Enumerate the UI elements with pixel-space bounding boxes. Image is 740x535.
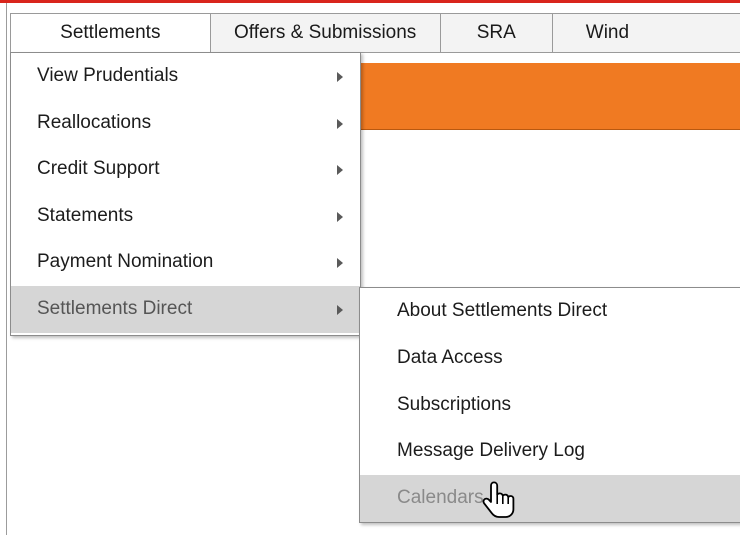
menubar-wind[interactable]: Wind	[553, 14, 740, 52]
submenu-arrow-icon	[337, 211, 343, 222]
settlements-direct-submenu: About Settlements Direct Data Access Sub…	[359, 287, 740, 523]
menu-item-view-prudentials[interactable]: View Prudentials	[11, 53, 360, 100]
menu-item-label: Statements	[37, 204, 134, 226]
submenu-arrow-icon	[337, 165, 343, 176]
submenu-arrow-icon	[337, 304, 343, 315]
submenu-item-about-settlements-direct[interactable]: About Settlements Direct	[360, 288, 740, 335]
menu-item-reallocations[interactable]: Reallocations	[11, 100, 360, 147]
menu-item-payment-nomination[interactable]: Payment Nomination	[11, 239, 360, 286]
submenu-arrow-icon	[337, 118, 343, 129]
menu-item-label: Credit Support	[37, 158, 160, 180]
submenu-arrow-icon	[337, 258, 343, 269]
settlements-dropdown: View Prudentials Reallocations Credit Su…	[10, 52, 361, 336]
menu-item-label: Payment Nomination	[37, 251, 214, 273]
menu-item-statements[interactable]: Statements	[11, 193, 360, 240]
menubar-sra[interactable]: SRA	[441, 14, 553, 52]
menu-item-label: View Prudentials	[37, 65, 179, 86]
menu-item-label: Settlements Direct	[37, 297, 193, 319]
screen: Settlements Offers & Submissions SRA Win…	[0, 0, 740, 535]
menu-item-credit-support[interactable]: Credit Support	[11, 146, 360, 193]
submenu-item-data-access[interactable]: Data Access	[360, 335, 740, 382]
submenu-arrow-icon	[337, 72, 343, 82]
top-accent-line	[0, 0, 740, 3]
menu-item-settlements-direct[interactable]: Settlements Direct	[11, 285, 360, 333]
menubar-offers-submissions[interactable]: Offers & Submissions	[211, 14, 441, 52]
frame-border	[6, 3, 7, 535]
main-menubar: Settlements Offers & Submissions SRA Win…	[10, 13, 740, 53]
menubar-settlements[interactable]: Settlements	[11, 14, 211, 52]
menu-item-label: Reallocations	[37, 111, 152, 133]
submenu-item-message-delivery-log[interactable]: Message Delivery Log	[360, 428, 740, 475]
submenu-item-calendars[interactable]: Calendars	[360, 475, 740, 522]
submenu-item-subscriptions[interactable]: Subscriptions	[360, 382, 740, 429]
